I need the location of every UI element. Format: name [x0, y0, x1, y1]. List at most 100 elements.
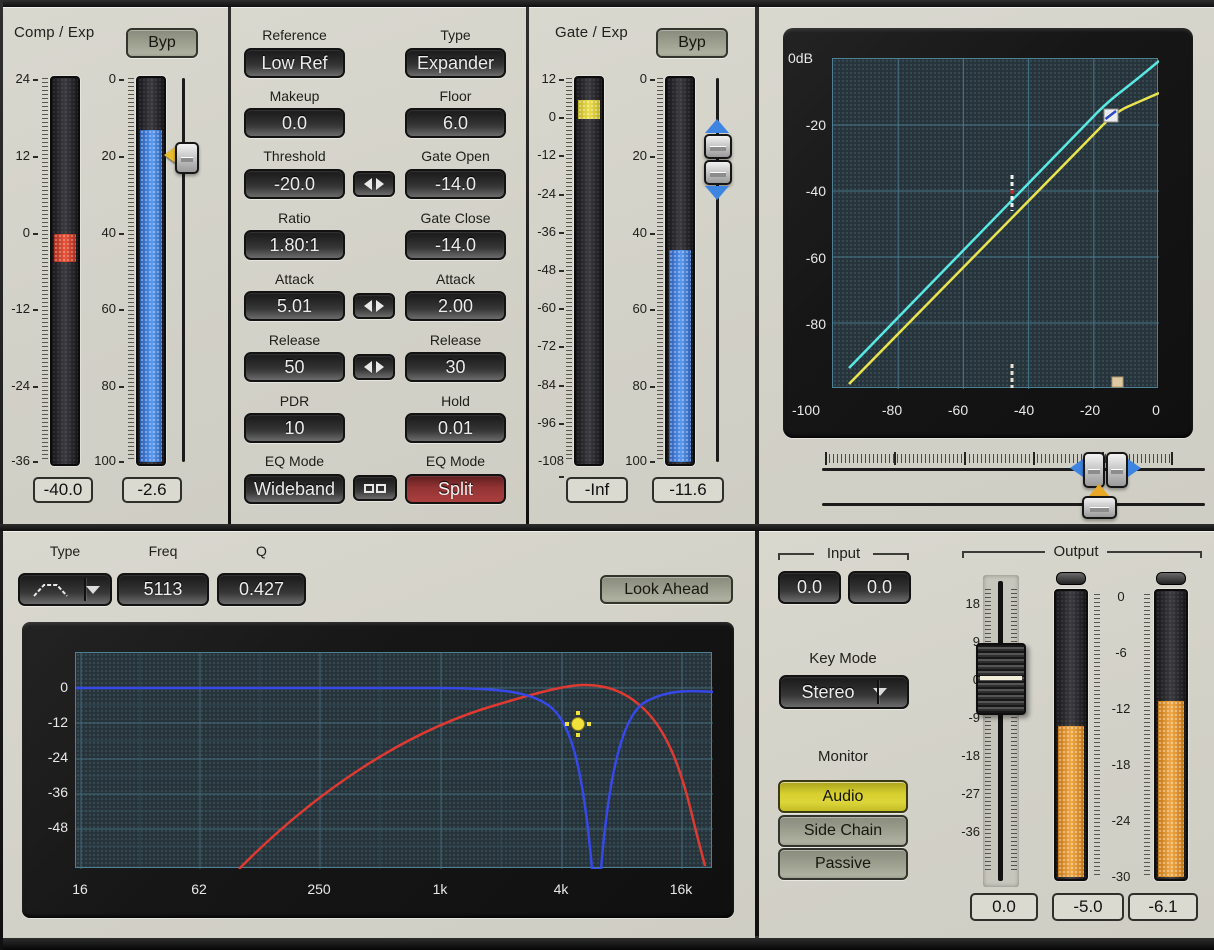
eq-freq-value-button[interactable]: 5113: [117, 573, 209, 606]
threshold-link-button[interactable]: [353, 171, 395, 197]
bottom-square-marker[interactable]: [1112, 377, 1123, 387]
makeup-value-button[interactable]: 0.0: [244, 108, 345, 138]
gate-left-meter-readout: -Inf: [566, 477, 628, 503]
comp-threshold-slider-track[interactable]: [182, 78, 185, 462]
output-fader-track[interactable]: [998, 581, 1003, 881]
transfer-x-tick: 0: [1128, 402, 1184, 418]
split-rect-icon: [376, 484, 386, 493]
output-bracket-right: [1107, 551, 1202, 553]
gate-left-tick: -96: [531, 415, 564, 430]
gate-right-meter-ticks: [657, 78, 663, 462]
threshold-slider-track[interactable]: [822, 503, 1205, 506]
monitor-side-chain-button[interactable]: Side Chain: [778, 815, 908, 847]
divider-horizontal: [0, 524, 1214, 531]
comp-attack-value-button[interactable]: 5.01: [244, 291, 345, 321]
threshold-value-button[interactable]: -20.0: [244, 169, 345, 199]
eq-curve-blue-notch: [76, 688, 713, 869]
threshold-horizontal-handle[interactable]: [1082, 496, 1117, 519]
link-right-arrow-icon: [376, 300, 384, 312]
gate-right-tick: 100: [622, 453, 655, 468]
reference-value-button[interactable]: Low Ref: [244, 48, 345, 78]
transfer-x-tick: -100: [778, 402, 834, 418]
comp-meter-blue-fill: [140, 130, 162, 462]
eq-y-tick: -12: [30, 714, 68, 730]
comp-left-meter-ticks: [42, 78, 48, 462]
eq-mode-split-button[interactable]: Split: [405, 474, 506, 504]
gate-exp-section: Gate / Exp Byp 12 0 -12 -24 -36 -48 -60 …: [529, 7, 755, 524]
output-fader-readout: 0.0: [970, 893, 1038, 921]
hold-value-button[interactable]: 0.01: [405, 413, 506, 443]
comp-exp-section: Comp / Exp Byp 24 12 0 -12 -24 -36 0 20 …: [3, 7, 228, 524]
eq-q-value-button[interactable]: 0.427: [217, 573, 306, 606]
gate-attack-value-button[interactable]: 2.00: [405, 291, 506, 321]
transfer-curves-svg: [833, 59, 1159, 389]
input-left-value-button[interactable]: 0.0: [778, 571, 841, 604]
gate-close-slider-handle[interactable]: [704, 160, 732, 185]
eq-grid-minor: [76, 653, 713, 869]
gate-right-tick: 80: [622, 378, 655, 393]
eq-grid-major: [76, 653, 713, 869]
gate-close-value-button[interactable]: -14.0: [405, 230, 506, 260]
eq-point-marker[interactable]: [565, 711, 591, 737]
output-fader-handle[interactable]: [976, 643, 1026, 715]
output-group-label: Output: [1045, 543, 1107, 560]
eq-type-label: Type: [18, 543, 112, 559]
transfer-x-tick: -40: [996, 402, 1052, 418]
transfer-y-tick: -40: [786, 183, 826, 199]
window-bottom-edge: [0, 936, 1214, 950]
transfer-x-tick: -80: [864, 402, 920, 418]
comp-right-tick: 80: [91, 378, 124, 393]
output-scale-ticks-right: [1144, 594, 1150, 876]
release-link-button[interactable]: [353, 354, 395, 380]
gate-bypass-button[interactable]: Byp: [656, 28, 728, 58]
range-right-arrow-icon: [1128, 459, 1141, 477]
comp-bypass-button[interactable]: Byp: [126, 28, 198, 58]
eq-q-label: Q: [217, 543, 306, 559]
gate-open-value-button[interactable]: -14.0: [405, 169, 506, 199]
output-scale-tick: -18: [1104, 757, 1138, 772]
comp-left-tick: -36: [5, 453, 38, 468]
comp-right-tick: 20: [91, 148, 124, 163]
comp-release-value-button[interactable]: 50: [244, 352, 345, 382]
meter-left-peak-cap[interactable]: [1056, 572, 1086, 585]
gate-open-horizontal-handle[interactable]: [1083, 452, 1105, 488]
eq-mode-split-icon-button[interactable]: [353, 475, 397, 501]
comp-energy-meter: [136, 76, 166, 466]
gate-left-tick: -108: [531, 453, 564, 483]
param-label: Reference: [244, 27, 345, 43]
gate-range-slider-track[interactable]: [822, 468, 1205, 471]
meter-right-peak-cap[interactable]: [1156, 572, 1186, 585]
input-right-value-button[interactable]: 0.0: [848, 571, 911, 604]
comp-right-meter-ticks: [128, 78, 134, 462]
output-meter-left-fill: [1058, 726, 1084, 877]
gate-close-arrow-icon: [705, 186, 729, 200]
param-label: Release: [405, 332, 506, 348]
param-label: Ratio: [244, 210, 345, 226]
transfer-y-tick: -80: [786, 316, 826, 332]
output-bracket-left: [962, 551, 1045, 553]
pdr-value-button[interactable]: 10: [244, 413, 345, 443]
monitor-passive-button[interactable]: Passive: [778, 848, 908, 880]
ruler-major-tick: [825, 452, 827, 465]
comp-left-meter-readout: -40.0: [33, 477, 93, 503]
monitor-audio-button[interactable]: Audio: [778, 780, 908, 813]
key-mode-dropdown[interactable]: Stereo: [779, 675, 909, 709]
transfer-plot[interactable]: [832, 58, 1158, 388]
floor-value-button[interactable]: 6.0: [405, 108, 506, 138]
eq-type-dropdown[interactable]: [18, 573, 112, 606]
gate-open-arrow-icon: [705, 119, 729, 133]
input-group-label: Input: [813, 545, 874, 562]
gate-open-slider-handle[interactable]: [704, 134, 732, 159]
eq-mode-wideband-button[interactable]: Wideband: [244, 474, 345, 504]
param-label: PDR: [244, 393, 345, 409]
gate-close-horizontal-handle[interactable]: [1106, 452, 1128, 488]
gate-release-value-button[interactable]: 30: [405, 352, 506, 382]
type-value-button[interactable]: Expander: [405, 48, 506, 78]
attack-link-button[interactable]: [353, 293, 395, 319]
ratio-value-button[interactable]: 1.80:1: [244, 230, 345, 260]
eq-plot[interactable]: [75, 652, 712, 868]
look-ahead-button[interactable]: Look Ahead: [600, 575, 733, 604]
comp-threshold-slider-handle[interactable]: [175, 142, 199, 174]
gate-left-meter-ticks: [566, 78, 572, 462]
param-label: Threshold: [244, 148, 345, 164]
